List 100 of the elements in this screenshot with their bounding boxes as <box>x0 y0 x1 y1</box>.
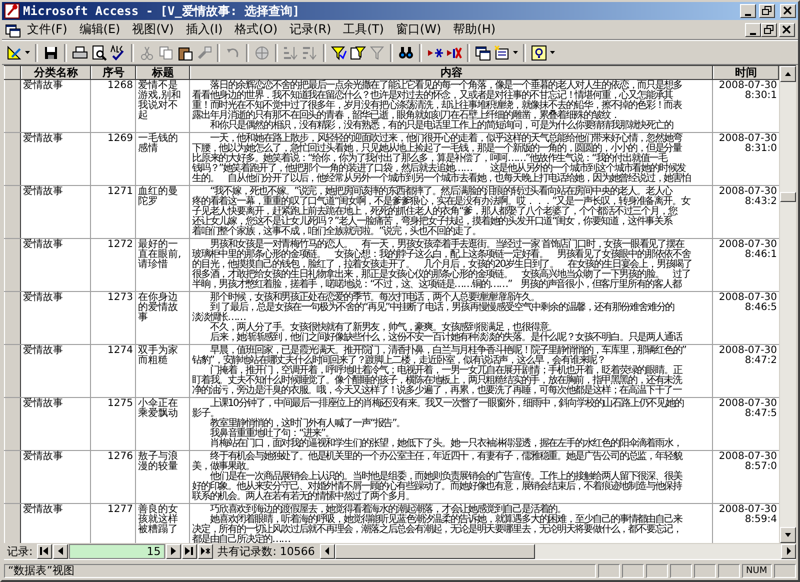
column-header[interactable]: 标题 <box>136 66 190 79</box>
column-header[interactable]: 内容 <box>190 66 713 79</box>
time-text: 8:31:0 <box>744 144 777 154</box>
time-text: 8:57:0 <box>744 462 777 472</box>
binoculars-icon[interactable] <box>398 44 414 60</box>
scroll-left-icon[interactable] <box>322 547 332 555</box>
restore-button[interactable] <box>759 4 775 18</box>
next-record-button[interactable] <box>166 544 181 558</box>
status-indicator: NUM <box>742 564 772 578</box>
close-button[interactable] <box>780 4 796 18</box>
column-header[interactable]: 分类名称 <box>21 66 91 79</box>
filter-by-form-icon[interactable] <box>350 44 366 60</box>
story-text-line: 男孩和女孩是一对青梅竹马的恋人。 有一天，男孩女孩牵着手去逛街。当经过一家 首饰店门口时，女孩一眼看见了摆在 <box>210 240 684 250</box>
menu-item[interactable]: 窗口(W) <box>390 20 448 39</box>
story-text-line: 和你只是偶然的相识，没有精彩，没有熟悉，有的只是电话里工作上的简短询问，可是为什么你要猜猜我那就快死亡的 <box>209 121 674 131</box>
record-selector[interactable] <box>4 133 21 185</box>
table-cell: 在你身边的爱情故事 <box>136 292 190 344</box>
story-text-line: 重！而时光在不知不觉中过了很多年，岁月没有把心涤荡清洗，却让往事堆积缠绕，就像抹不去的铅华，擦不掉的色彩！而表 <box>192 101 683 111</box>
filter-by-selection-icon[interactable] <box>331 44 347 60</box>
menu-item[interactable]: 插入(I) <box>180 20 229 39</box>
restore-button[interactable] <box>761 22 777 36</box>
minimize-button[interactable] <box>745 22 761 36</box>
record-selector[interactable] <box>4 80 21 132</box>
horizontal-scrollbar[interactable] <box>320 544 796 558</box>
time-text: 8:47:2 <box>744 356 777 366</box>
app-key-icon <box>4 3 20 19</box>
menu-item[interactable]: 编辑(E) <box>73 20 126 39</box>
menu-item[interactable]: 视图(V) <box>126 20 180 39</box>
story-text-line: 早晨，值班回家，已是霞光满天。推开院门，清香扑鼻，白兰与月桂争香斗艳呢！院子里静悄悄的，车库里，那辆红色的” <box>210 346 687 356</box>
scroll-up-icon[interactable] <box>784 71 792 77</box>
menu-item[interactable]: 记录(R) <box>284 20 338 39</box>
table-cell: 双手为家而粗糙 <box>136 345 190 397</box>
print-preview-icon[interactable] <box>91 44 107 60</box>
status-panel <box>670 564 692 578</box>
story-text-line: 美，做事果敢。 <box>192 462 254 472</box>
status-panel <box>622 564 644 578</box>
vertical-scrollbar[interactable] <box>779 66 796 543</box>
new-record-button[interactable] <box>198 544 213 558</box>
last-record-button[interactable] <box>182 544 197 558</box>
record-selector[interactable] <box>4 345 21 397</box>
spelling-check-icon[interactable] <box>110 44 126 60</box>
time-text: 8:46:1 <box>744 250 777 260</box>
delete-record-icon[interactable] <box>446 44 462 60</box>
caret-icon[interactable] <box>550 51 555 54</box>
date-text: 2008-07-30 <box>718 399 777 409</box>
previous-record-icon[interactable] <box>56 547 65 555</box>
date-text: 2008-07-30 <box>718 81 777 91</box>
record-selector[interactable] <box>4 239 21 291</box>
design-view-icon[interactable] <box>6 44 22 60</box>
column-header[interactable]: 序号 <box>91 66 136 79</box>
record-selector[interactable] <box>4 398 21 450</box>
caret-icon[interactable] <box>513 51 518 54</box>
table-cell: 爱情故事 <box>21 80 91 132</box>
scroll-thumb[interactable] <box>780 192 796 202</box>
status-panel <box>774 564 796 578</box>
first-record-button[interactable] <box>36 544 52 558</box>
time-text: 8:46:5 <box>744 303 777 313</box>
record-number-field[interactable]: 15 <box>68 544 165 558</box>
scroll-down-icon[interactable] <box>784 532 792 538</box>
previous-record-button[interactable] <box>52 544 68 558</box>
paste-icon[interactable] <box>177 44 193 60</box>
menu-item[interactable]: 格式(O) <box>228 20 284 39</box>
record-selector[interactable] <box>4 504 21 543</box>
scroll-right-icon[interactable] <box>784 547 793 555</box>
first-record-icon[interactable] <box>40 547 49 555</box>
record-selector[interactable] <box>4 451 21 503</box>
story-text-line: 着咱们整个家族，这事不成，咱们全族就完啦。”说完，头也不回的走了。 <box>192 227 482 237</box>
table-cell: 血红的曼陀罗 <box>136 186 190 238</box>
date-text: 2008-07-30 <box>718 452 777 462</box>
new-object-icon[interactable] <box>494 44 510 60</box>
minimize-button[interactable] <box>740 4 756 18</box>
story-text-line: 半晌，男孩才憋红着脸，搓着手，喏喏地说：“不过，这、这项链是……铜的……” 男孩的声音很小，但客厅里所有的客人都 <box>192 280 682 290</box>
story-text-line: 疼的看着这一幕，重重的叹了口气道“闺女啊，不是爹爹狠心，实在是没有办法啊。哎．．．”又是一声长叹，转身准备离开。女 <box>192 197 692 207</box>
record-selector[interactable] <box>4 292 21 344</box>
close-icon[interactable] <box>782 24 792 34</box>
story-text-line: 落日的余辉恋恋不舍的把最后一点余光撒在了能让它看见的每一个角落，像是一个垂暮的老人对人生的依恋，而只是想多 <box>210 81 683 91</box>
menu-item[interactable]: 文件(F) <box>21 20 74 39</box>
scroll-left-button[interactable] <box>320 544 335 558</box>
table-cell: 1273 <box>91 292 136 344</box>
table-cell: 爱情故事 <box>21 398 91 450</box>
print-icon[interactable] <box>72 44 88 60</box>
menu-item[interactable]: 工具(T) <box>337 20 390 39</box>
story-text-line: 玻璃柜中里的那条心形的金项链。 女孩心想：我的脖子这么白，配上这条项链一定好看。 男孩看见了女孩眼中的那依依不舍 <box>192 250 691 260</box>
windows-icon[interactable] <box>475 44 491 60</box>
record-label: 记录: <box>6 544 34 558</box>
scroll-thumb[interactable] <box>334 544 535 558</box>
story-text-line: 钱吗？”她笑着跑开了，他把那个一角的装进了口袋，然后就去追她…… 这是他从另外的一个城市到这个城市看她的时候发 <box>192 164 686 174</box>
caret-icon[interactable] <box>25 51 30 54</box>
menu-item[interactable]: 帮助(H) <box>447 20 502 39</box>
next-record-icon[interactable] <box>168 547 178 555</box>
document-window-icon[interactable] <box>5 22 21 38</box>
scroll-right-button[interactable] <box>781 544 796 558</box>
record-selector[interactable] <box>4 186 21 238</box>
save-icon[interactable] <box>43 44 59 60</box>
close-icon[interactable] <box>783 6 793 16</box>
last-record-icon[interactable] <box>184 547 194 555</box>
close-button[interactable] <box>779 22 795 36</box>
story-text-line: 还让女儿嫁，您这不是让女儿死吗？”老人一脸痛苦，弯身把女子扶起，摸着她的头发开口道“闺女，你要知道，这件事关系 <box>192 217 674 227</box>
help-icon[interactable] <box>531 44 547 60</box>
new-record-icon[interactable] <box>200 547 210 555</box>
